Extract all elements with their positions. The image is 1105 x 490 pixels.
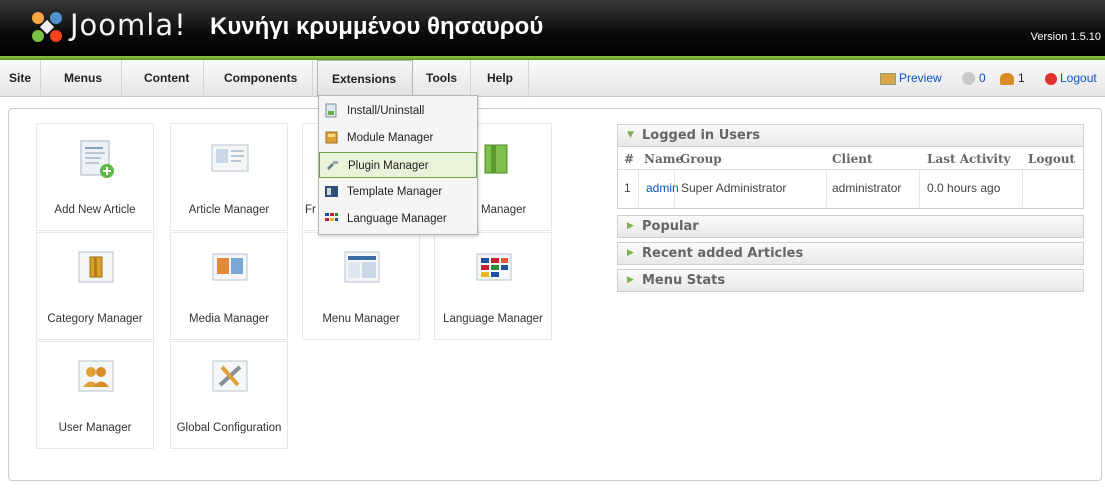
logged-in-users-table: # Name Group Client Last Activity Logout… [617,147,1084,209]
expanded-triangle-icon: ▼ [627,130,634,140]
category-icon [78,251,114,283]
row-divider [618,169,1083,170]
menu-manager-button[interactable]: Menu Manager [302,232,420,340]
version-label: Version 1.5.10 [1030,31,1101,43]
table-cell-client: administrator [832,181,902,195]
panel-menu-stats[interactable]: ▶ Menu Stats [617,269,1084,292]
column-divider [638,170,639,207]
media-manager-button[interactable]: Media Manager [170,232,288,340]
user-name-link[interactable]: admin [646,181,679,195]
icon-label: Category Manager [47,313,143,325]
language-icon [476,253,512,281]
column-header: Group [680,152,722,166]
site-title: Κυνήγι κρυμμένου θησαυρού [210,13,544,40]
dropdown-install-uninstall[interactable]: Install/Uninstall [319,98,477,124]
language-manager-button[interactable]: Language Manager [434,232,552,340]
menu-icon [344,251,380,283]
panel-logged-in-users[interactable]: ▼ Logged in Users [617,124,1084,147]
messages-icon [962,72,975,86]
install-icon [325,103,337,118]
icon-label: Language Manager [443,313,543,325]
menu-content[interactable]: Content [130,60,205,97]
icon-label: Menu Manager [322,313,400,325]
module-icon [325,131,338,144]
logout-icon [1045,72,1057,85]
preview-link[interactable]: Preview [880,60,942,97]
menu-menus[interactable]: Menus [45,60,123,97]
icon-label: User Manager [58,422,132,434]
menu-components[interactable]: Components [209,60,314,97]
table-cell-num: 1 [624,181,631,195]
global-configuration-button[interactable]: Global Configuration [170,341,288,449]
section-icon [484,144,508,174]
messages-status[interactable]: 0 [962,60,986,97]
column-divider [919,170,920,207]
extensions-dropdown: Install/Uninstall Module Manager Plugin … [318,95,478,235]
collapsed-triangle-icon: ▶ [627,221,634,231]
article-manager-button[interactable]: Article Manager [170,123,288,231]
language-icon [325,213,338,221]
preview-icon [880,72,896,85]
icon-label: Media Manager [189,313,269,325]
column-header: Last Activity [927,152,1011,166]
panel-recent-articles[interactable]: ▶ Recent added Articles [617,242,1084,265]
category-manager-button[interactable]: Category Manager [36,232,154,340]
joomla-logo-icon [32,12,62,42]
add-article-button[interactable]: Add New Article [36,123,154,231]
collapsed-triangle-icon: ▶ [627,275,634,285]
menu-tools[interactable]: Tools [413,60,472,97]
online-users-status[interactable]: 1 [1000,60,1025,97]
logout-link[interactable]: Logout [1045,60,1097,97]
dropdown-module-manager[interactable]: Module Manager [319,125,477,151]
dropdown-template-manager[interactable]: Template Manager [319,179,477,205]
config-icon [212,360,248,392]
add-article-icon [80,140,114,178]
icon-label: Add New Article [54,204,136,216]
column-divider [1022,170,1023,207]
table-cell-activity: 0.0 hours ago [927,181,1001,195]
menu-help[interactable]: Help [472,60,530,97]
users-icon [1000,72,1014,85]
column-divider [826,170,827,207]
dropdown-language-manager[interactable]: Language Manager [319,206,477,232]
table-cell-group: Super Administrator [681,181,787,195]
dropdown-plugin-manager[interactable]: Plugin Manager [319,152,477,178]
template-icon [325,186,338,197]
user-manager-button[interactable]: User Manager [36,341,154,449]
panel-popular[interactable]: ▶ Popular [617,215,1084,238]
column-header: # [624,152,635,166]
user-icon [78,360,114,392]
media-icon [212,253,248,281]
column-header: Logout [1028,152,1076,166]
menu-bar: Site Menus Content Components Extensions… [0,60,1105,97]
article-icon [211,144,249,172]
menu-site[interactable]: Site [0,60,42,97]
icon-label: Global Configuration [176,422,282,434]
collapsed-triangle-icon: ▶ [627,248,634,258]
header-bar: Joomla! Κυνήγι κρυμμένου θησαυρού Versio… [0,0,1105,56]
menu-extensions[interactable]: Extensions [317,60,413,97]
column-header: Name [644,152,684,166]
plugin-icon [327,161,338,170]
icon-label: Article Manager [188,204,270,216]
joomla-brand: Joomla! [70,8,187,42]
column-header: Client [832,152,873,166]
